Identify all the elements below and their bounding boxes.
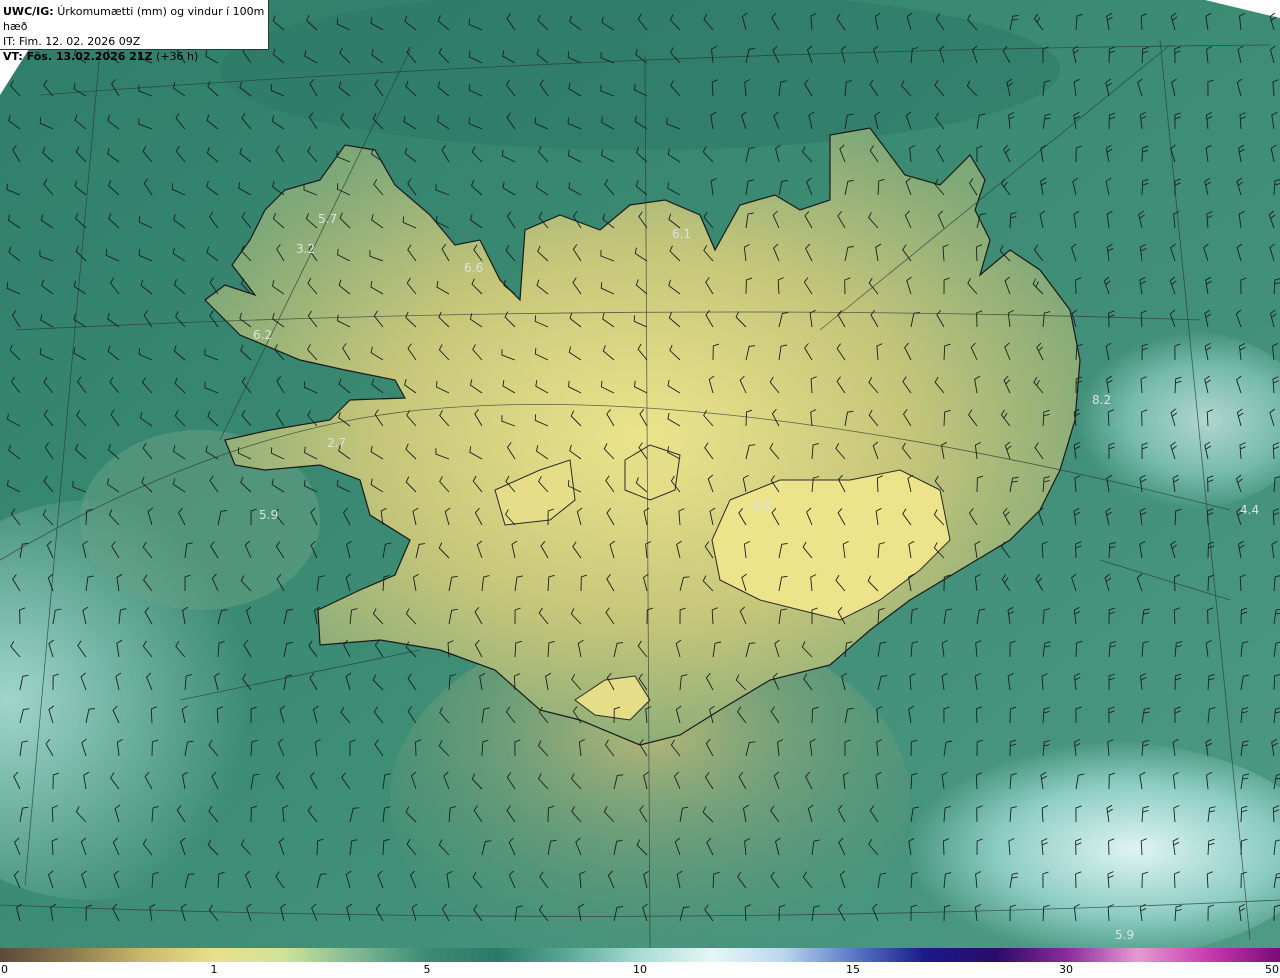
max-label: 2.7 <box>327 436 346 450</box>
product-title: UWC/IG: Úrkomumætti (mm) og vindur í 100… <box>3 5 265 33</box>
colorbar-tick: 0 <box>1 963 8 976</box>
colorbar-tick: 10 <box>633 963 647 976</box>
colorbar-tick: 50 <box>1265 963 1279 976</box>
max-label: 3.2 <box>296 242 315 256</box>
max-label: 1.0 <box>752 498 771 512</box>
max-label: 5.7 <box>318 212 337 226</box>
colorbar: 0 1 5 10 15 30 50 <box>0 948 1280 978</box>
valid-time: VT: Fös. 13.02.2026 21Z (+36 h) <box>3 50 199 63</box>
max-label: 5.9 <box>1115 928 1134 942</box>
map-canvas[interactable]: 5.7 3.2 6.6 6.1 6.2 2.7 5.9 1.0 8.2 4.4 … <box>0 0 1280 948</box>
max-label: 8.2 <box>1092 393 1111 407</box>
colorbar-tick: 1 <box>210 963 218 976</box>
colorbar-tick: 30 <box>1059 963 1073 976</box>
max-label: 5.9 <box>259 508 278 522</box>
issue-time: IT: Fim. 12. 02. 2026 09Z <box>3 35 141 48</box>
max-label: 6.6 <box>464 261 483 275</box>
max-label: 6.2 <box>253 328 272 342</box>
colorbar-tick: 15 <box>846 963 860 976</box>
max-label: 6.1 <box>672 227 691 241</box>
colorbar-gradient <box>0 948 1280 962</box>
forecast-info-box: UWC/IG: Úrkomumætti (mm) og vindur í 100… <box>0 0 269 63</box>
colorbar-tick: 5 <box>423 963 431 976</box>
max-label: 4.4 <box>1240 503 1259 517</box>
